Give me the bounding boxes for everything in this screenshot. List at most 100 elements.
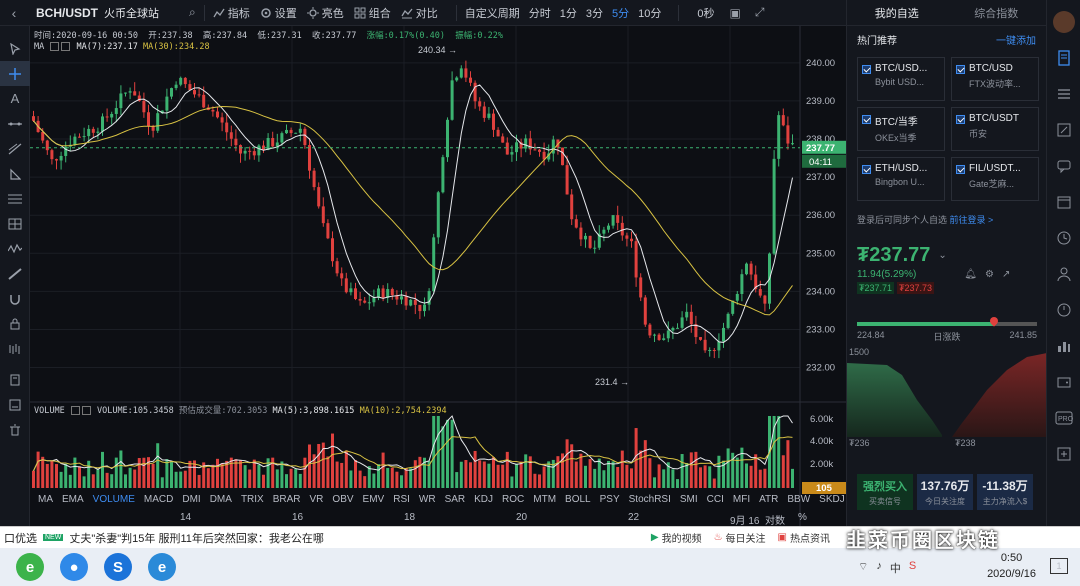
hot-pair-card[interactable]: BTC/USD... Bybit USD... (857, 57, 945, 101)
hot-pair-card[interactable]: BTC/当季 OKEx当季 (857, 107, 945, 151)
browser-preferred[interactable]: 口优选 (4, 530, 37, 546)
browser-360-icon[interactable]: e (16, 553, 44, 581)
attention-button[interactable]: 137.76万 今日关注度 (917, 474, 973, 510)
indicator-tab[interactable]: PSY (600, 494, 620, 508)
add-widget-icon[interactable] (1047, 436, 1080, 472)
news-headline[interactable]: 丈夫"杀妻"判15年 服刑11年后突然回家：我老公在哪 (69, 530, 324, 546)
trash-icon[interactable] (0, 417, 30, 442)
chevron-down-icon[interactable]: ⌄ (938, 250, 946, 261)
settings-button[interactable]: 设置 (260, 5, 297, 21)
period-3min[interactable]: 3分 (586, 5, 603, 21)
compare-button[interactable]: 对比 (401, 5, 438, 21)
pro-icon[interactable]: PRO (1047, 400, 1080, 436)
bar-chart-icon[interactable] (1047, 328, 1080, 364)
checkbox-icon[interactable] (862, 65, 871, 74)
tab-my-watchlist[interactable]: 我的自选 (847, 5, 947, 21)
alert-icon[interactable]: ⚙︎ (985, 269, 994, 280)
pattern-tool-icon[interactable] (0, 211, 30, 236)
indicator-tab[interactable]: VOLUME (93, 494, 135, 508)
combo-button[interactable]: 组合 (354, 5, 391, 21)
clock-icon[interactable] (1047, 220, 1080, 256)
hot-news-link[interactable]: 热点资讯 (790, 530, 830, 545)
sogou-icon[interactable]: S (104, 553, 132, 581)
indicator-tab[interactable]: DMA (210, 494, 232, 508)
indicator-tab[interactable]: KDJ (474, 494, 493, 508)
period-timeline[interactable]: 分时 (529, 5, 551, 21)
network-icon[interactable]: ⌔ (858, 560, 868, 576)
indicator-tab[interactable]: CCI (707, 494, 724, 508)
login-link[interactable]: 前往登录 > (950, 215, 994, 225)
camera-icon[interactable]: ▣ (729, 6, 740, 20)
horizontal-line-icon[interactable] (0, 111, 30, 136)
cursor-icon[interactable] (0, 36, 30, 61)
layers-icon[interactable] (0, 367, 30, 392)
fib-tool-icon[interactable] (0, 186, 30, 211)
net-inflow-button[interactable]: -11.38万 主力净流入$ (977, 474, 1033, 510)
indicator-tab[interactable]: ATR (759, 494, 778, 508)
indicator-button[interactable]: 指标 (213, 5, 250, 21)
indicator-tab[interactable]: BOLL (565, 494, 591, 508)
tab-index[interactable]: 综合指数 (947, 5, 1047, 21)
ruler-icon[interactable] (0, 261, 30, 286)
indicator-tab[interactable]: BBW (787, 494, 810, 508)
ray-tool-icon[interactable] (0, 136, 30, 161)
search-icon[interactable]: ⌕ (189, 5, 196, 20)
wave-tool-icon[interactable] (0, 236, 30, 261)
back-icon[interactable]: ‹ (0, 5, 28, 21)
volume-icon[interactable]: ♪ (876, 560, 882, 576)
indicator-tab[interactable]: SMI (680, 494, 698, 508)
hot-pair-card[interactable]: FIL/USDT... Gate芝麻... (951, 157, 1039, 201)
text-tool-icon[interactable]: A (0, 86, 30, 111)
custom-period-button[interactable]: 自定义周期 (465, 5, 520, 21)
log-scale-toggle[interactable]: 对数 (765, 512, 785, 527)
indicator-tab[interactable]: OBV (332, 494, 353, 508)
calendar-icon[interactable] (1047, 184, 1080, 220)
wallet-icon[interactable] (1047, 364, 1080, 400)
period-10min[interactable]: 10分 (638, 5, 661, 21)
indicator-tab[interactable]: RSI (393, 494, 410, 508)
ime-icon[interactable]: 中 (890, 560, 901, 576)
indicator-tab[interactable]: DMI (182, 494, 200, 508)
my-video-link[interactable]: 我的视频 (662, 530, 702, 545)
visibility-icon[interactable] (0, 336, 30, 361)
indicator-tab[interactable]: SKDJ (819, 494, 845, 508)
indicator-tab[interactable]: ROC (502, 494, 524, 508)
checkbox-icon[interactable] (956, 65, 965, 74)
lock-icon[interactable] (0, 311, 30, 336)
edit-icon[interactable] (1047, 112, 1080, 148)
user-icon[interactable] (1047, 256, 1080, 292)
indicator-tab[interactable]: SAR (445, 494, 466, 508)
checkbox-icon[interactable] (862, 165, 871, 174)
indicator-tab[interactable]: MACD (144, 494, 173, 508)
indicator-tab[interactable]: StochRSI (629, 494, 671, 508)
fullscreen-icon[interactable]: ⤢ (755, 5, 765, 20)
hot-pair-card[interactable]: BTC/USD FTX波动率... (951, 57, 1039, 101)
buy-signal-button[interactable]: 强烈买入 买卖信号 (857, 474, 913, 510)
add-all-button[interactable]: 一键添加 (996, 32, 1036, 47)
indicator-tab[interactable]: MA (38, 494, 53, 508)
period-1min[interactable]: 1分 (560, 5, 577, 21)
history-icon[interactable] (1047, 292, 1080, 328)
ma-close-icon[interactable] (61, 42, 71, 51)
indicator-tab[interactable]: EMA (62, 494, 84, 508)
indicator-tab[interactable]: MTM (533, 494, 556, 508)
chart-area[interactable]: 240.00 239.00 238.00 237.00 236.00 235.00 234.… (30, 26, 877, 527)
list-icon[interactable] (1047, 76, 1080, 112)
save-layout-icon[interactable] (0, 392, 30, 417)
indicator-tab[interactable]: MFI (733, 494, 750, 508)
light-theme-button[interactable]: 亮色 (306, 5, 344, 21)
checkbox-icon[interactable] (956, 165, 965, 174)
bell-icon[interactable]: 🔔︎ (964, 269, 977, 280)
checkbox-icon[interactable] (956, 115, 965, 124)
document-icon[interactable] (1047, 40, 1080, 76)
system-clock[interactable]: 0:50 2020/9/16 (987, 550, 1036, 582)
indicator-tab[interactable]: VR (310, 494, 324, 508)
hot-pair-card[interactable]: ETH/USD... Bingbon U... (857, 157, 945, 201)
ie-icon[interactable]: e (148, 553, 176, 581)
hot-pair-card[interactable]: BTC/USDT 币安 (951, 107, 1039, 151)
notification-icon[interactable]: 1 (1050, 558, 1068, 574)
period-5min[interactable]: 5分 (612, 5, 629, 21)
app-tray-icon[interactable]: S (909, 560, 916, 576)
share-icon[interactable]: ↗ (1002, 269, 1010, 280)
magnet-icon[interactable] (0, 286, 30, 311)
